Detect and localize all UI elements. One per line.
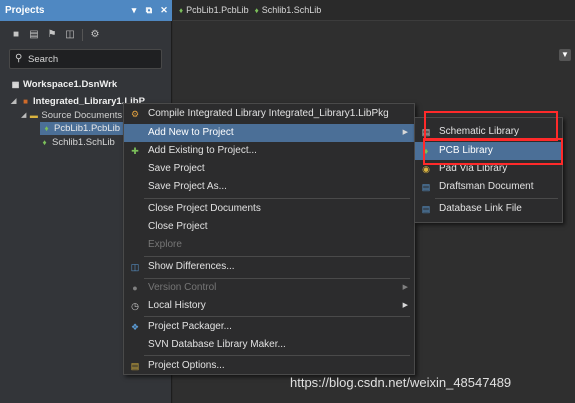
menu-item-label: Project Options...: [148, 360, 225, 371]
submenu-arrow-icon: ▶: [402, 284, 408, 291]
tree-item-schlib[interactable]: ♦ Schlib1.SchLib: [40, 136, 115, 149]
menu-divider: [435, 198, 558, 199]
menu-item-label: Project Packager...: [148, 321, 232, 332]
tab-pcblib[interactable]: ♦ PcbLib1.PcbLib: [179, 5, 249, 15]
database-link-icon: ▤: [421, 204, 431, 214]
submenu-item-draftsman-document[interactable]: ▤ Draftsman Document: [415, 178, 562, 196]
menu-divider: [144, 256, 410, 257]
workspace-label: Workspace1.DsnWrk: [23, 79, 118, 90]
version-control-icon: ●: [132, 283, 138, 293]
menu-item-label: Draftsman Document: [439, 181, 534, 192]
submenu-arrow-icon: ▶: [402, 129, 408, 136]
panel-float-button[interactable]: ⧉: [143, 4, 155, 16]
add-existing-icon: ✚: [131, 146, 139, 156]
schematic-file-icon: ♦: [42, 138, 47, 147]
folder-label: Source Documents: [41, 110, 123, 121]
menu-item-add-existing[interactable]: ✚ Add Existing to Project...: [124, 142, 414, 160]
panel-menu-button[interactable]: ▾: [128, 4, 140, 16]
filter-icon[interactable]: ▼: [559, 49, 571, 61]
menu-item-save-project[interactable]: Save Project: [124, 160, 414, 178]
watermark: https://blog.csdn.net/weixin_48547489: [290, 375, 512, 390]
collapse-arrow-icon[interactable]: ◢: [21, 109, 26, 122]
tab-schlib[interactable]: ♦ Schlib1.SchLib: [255, 5, 322, 15]
tab-label: Schlib1.SchLib: [261, 5, 322, 15]
menu-divider: [144, 316, 410, 317]
menu-divider: [144, 198, 410, 199]
menu-item-label: Close Project Documents: [148, 203, 261, 214]
menu-item-label: Explore: [148, 239, 182, 250]
draftsman-icon: ▤: [421, 182, 431, 192]
tree-item-workspace[interactable]: ▦ Workspace1.DsnWrk: [11, 78, 117, 91]
menu-item-label: Add New to Project: [148, 127, 234, 138]
search-box: ⚲: [9, 49, 162, 69]
menu-item-svn-library-maker[interactable]: SVN Database Library Maker...: [124, 336, 414, 354]
menu-item-label: Show Differences...: [148, 261, 235, 272]
menu-item-label: Save Project: [148, 163, 205, 174]
workspace-icon: ▦: [11, 80, 20, 89]
packager-icon: ❖: [130, 322, 140, 332]
pcb-file-icon: ♦: [179, 5, 184, 15]
toolbar-divider: [82, 29, 83, 41]
document-tabs: ♦ PcbLib1.PcbLib ♦ Schlib1.SchLib: [173, 0, 575, 21]
submenu-arrow-icon: ▶: [402, 302, 408, 309]
library-package-icon: ■: [23, 97, 28, 106]
annotation-box: [423, 138, 563, 165]
menu-item-project-options[interactable]: ▤ Project Options...: [124, 357, 414, 375]
tab-label: PcbLib1.PcbLib: [186, 5, 249, 15]
new-document-icon[interactable]: ▤: [28, 29, 40, 41]
menu-item-label: Save Project As...: [148, 181, 227, 192]
search-input[interactable]: [28, 50, 158, 68]
menu-item-add-new[interactable]: Add New to Project ▶: [124, 124, 414, 142]
save-icon[interactable]: ■: [10, 29, 22, 41]
panel-toolbar: ■ ▤ ⚑ ◫ ⚙: [0, 25, 101, 45]
compile-icon: ⚙: [130, 109, 140, 119]
panel-title-buttons: ▾ ⧉ ✕: [128, 4, 170, 16]
context-menu: ⚙ Compile Integrated Library Integrated_…: [123, 103, 415, 375]
file-label: PcbLib1.PcbLib: [54, 123, 121, 134]
menu-item-label: Add Existing to Project...: [148, 145, 257, 156]
menu-item-label: Close Project: [148, 221, 208, 232]
differences-icon: ◫: [130, 262, 140, 272]
menu-item-compile[interactable]: ⚙ Compile Integrated Library Integrated_…: [124, 105, 414, 123]
options-icon: ▤: [130, 361, 140, 371]
panel-title-text: Projects: [5, 5, 45, 16]
panel-title: Projects ▾ ⧉ ✕: [0, 0, 172, 21]
menu-item-version-control: ● Version Control ▶: [124, 279, 414, 297]
folder-icon: ▬: [29, 111, 38, 120]
menu-item-label: SVN Database Library Maker...: [148, 339, 286, 350]
panel-close-button[interactable]: ✕: [158, 4, 170, 16]
menu-item-local-history[interactable]: ◷ Local History ▶: [124, 297, 414, 315]
menu-item-close-documents[interactable]: Close Project Documents: [124, 200, 414, 218]
history-icon: ◷: [131, 301, 139, 311]
folder-icon[interactable]: ◫: [64, 29, 76, 41]
menu-item-show-differences[interactable]: ◫ Show Differences...: [124, 258, 414, 276]
search-icon: ⚲: [15, 53, 23, 64]
menu-item-save-project-as[interactable]: Save Project As...: [124, 178, 414, 196]
pcb-file-icon: ♦: [44, 124, 49, 133]
gear-icon[interactable]: ⚙: [89, 29, 101, 41]
menu-item-project-packager[interactable]: ❖ Project Packager...: [124, 318, 414, 336]
menu-item-label: Local History: [148, 300, 206, 311]
file-label: Schlib1.SchLib: [52, 137, 115, 148]
menu-divider: [144, 355, 410, 356]
tree-item-pcblib[interactable]: ♦ PcbLib1.PcbLib: [40, 122, 125, 135]
menu-item-close-project[interactable]: Close Project: [124, 218, 414, 236]
annotation-box: [424, 111, 558, 141]
schematic-file-icon: ♦: [254, 5, 259, 15]
flag-icon[interactable]: ⚑: [46, 29, 58, 41]
menu-item-explore: Explore: [124, 236, 414, 254]
menu-item-label: Compile Integrated Library Integrated_Li…: [148, 108, 389, 119]
menu-item-label: Database Link File: [439, 203, 522, 214]
collapse-arrow-icon[interactable]: ◢: [11, 95, 18, 108]
submenu-item-database-link-file[interactable]: ▤ Database Link File: [415, 200, 562, 218]
menu-item-label: Version Control: [148, 282, 217, 293]
tree-item-source-documents[interactable]: ◢ ▬ Source Documents: [21, 109, 122, 122]
